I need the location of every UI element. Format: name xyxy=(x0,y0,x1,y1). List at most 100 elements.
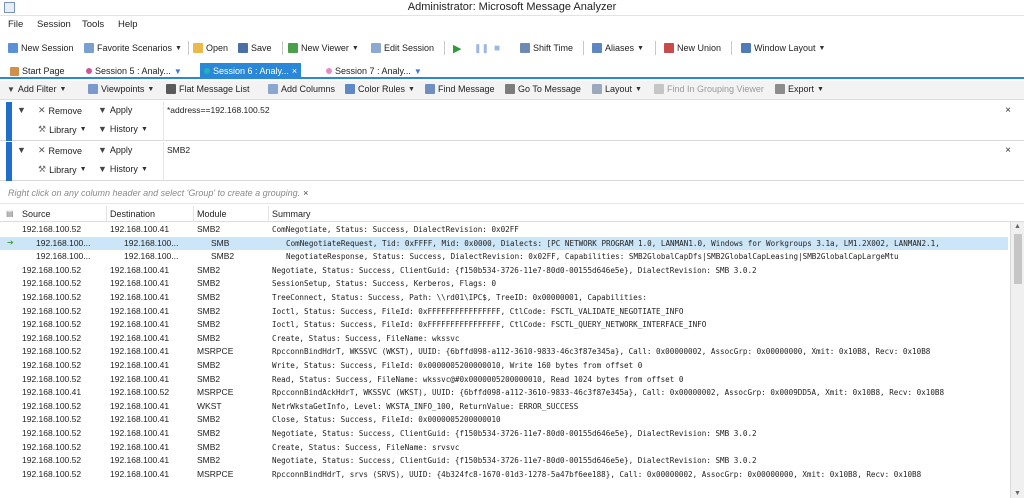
go-to-message-button[interactable]: Go To Message xyxy=(505,84,581,94)
flat-message-list-button[interactable]: Flat Message List xyxy=(166,84,250,94)
scrollbar-thumb[interactable] xyxy=(1014,234,1022,284)
menu-help[interactable]: Help xyxy=(118,19,138,30)
table-row[interactable]: 192.168.100.52 192.168.100.41 SMB2 Negotiat… xyxy=(0,454,1008,467)
table-row[interactable]: 192.168.100.52 192.168.100.41 SMB2 Create, … xyxy=(0,332,1008,345)
column-divider[interactable] xyxy=(268,206,269,222)
color-rules-icon xyxy=(345,84,355,94)
save-button[interactable]: Save xyxy=(238,41,272,55)
chevron-down-icon: ▼ xyxy=(818,44,826,52)
remove-filter-button[interactable]: ✕ Remove xyxy=(38,145,82,156)
cell-module: SMB2 xyxy=(211,251,235,262)
cell-summary: RpcconnBindAckHdrT, WKSSVC (WKST), UUID:… xyxy=(272,388,945,398)
table-row[interactable]: 192.168.100.52 192.168.100.41 SMB2 SessionS… xyxy=(0,277,1008,290)
new-viewer-button[interactable]: New Viewer ▼ xyxy=(288,41,359,55)
remove-filter-button[interactable]: ✕ Remove xyxy=(38,105,82,116)
table-row[interactable]: 192.168.100.52 192.168.100.41 SMB2 Read, St… xyxy=(0,373,1008,386)
table-row[interactable]: 192.168.100.52 192.168.100.41 MSRPCE Rpccon… xyxy=(0,345,1008,358)
tab-session-6[interactable]: Session 6 : Analy... × xyxy=(200,63,302,79)
pause-icon[interactable]: ❚❚ xyxy=(474,41,489,55)
filter-icon: ▼ xyxy=(173,66,182,76)
cell-summary: ComNegotiate, Status: Success, DialectRe… xyxy=(272,225,519,234)
open-button[interactable]: Open xyxy=(193,41,228,55)
cell-module: SMB xyxy=(211,237,230,248)
table-row[interactable]: 192.168.100.52 192.168.100.41 SMB2 Create, … xyxy=(0,441,1008,454)
grouping-hint: Right click on any column header and sel… xyxy=(0,184,1024,204)
new-session-icon xyxy=(8,43,18,53)
scroll-up-icon[interactable]: ▲ xyxy=(1014,223,1021,230)
filter-library-button[interactable]: ⚒ Library ▼ xyxy=(38,124,87,135)
aliases-button[interactable]: Aliases ▼ xyxy=(592,41,644,55)
column-header-source[interactable]: Source xyxy=(22,209,51,219)
cell-source: 192.168.100.52 xyxy=(22,414,82,425)
column-divider[interactable] xyxy=(193,206,194,222)
table-row[interactable]: ➔ 192.168.100... 192.168.100... SMB ComNegot… xyxy=(0,236,1008,250)
table-row[interactable]: 192.168.100.52 192.168.100.41 SMB2 Close, S… xyxy=(0,413,1008,426)
cell-module: SMB2 xyxy=(197,332,221,343)
viewpoints-button[interactable]: Viewpoints ▼ xyxy=(88,84,154,94)
add-columns-button[interactable]: Add Columns xyxy=(268,84,335,94)
favorite-scenarios-button[interactable]: Favorite Scenarios ▼ xyxy=(84,41,182,55)
table-row[interactable]: 192.168.100.52 192.168.100.41 SMB2 TreeConn… xyxy=(0,291,1008,304)
column-header-module[interactable]: Module xyxy=(197,209,227,219)
apply-filter-button[interactable]: ▼ Apply xyxy=(98,105,132,115)
table-row[interactable]: 192.168.100.52 192.168.100.41 WKST NetrWkst… xyxy=(0,400,1008,413)
find-message-button[interactable]: Find Message xyxy=(425,84,495,94)
table-row[interactable]: 192.168.100.52 192.168.100.41 SMB2 Negotiat… xyxy=(0,264,1008,277)
menu-file[interactable]: File xyxy=(8,19,23,30)
filter-library-button[interactable]: ⚒ Library ▼ xyxy=(38,164,87,175)
filter-history-button[interactable]: ▼ History ▼ xyxy=(98,164,148,174)
filter-expression-input[interactable]: SMB2 xyxy=(167,145,190,155)
chevron-down-icon: ▼ xyxy=(635,85,642,93)
table-row[interactable]: 192.168.100.52 192.168.100.41 SMB2 ComNegot… xyxy=(0,223,1008,236)
layout-button[interactable]: Layout ▼ xyxy=(592,84,642,94)
message-grid: ▤ Source Destination Module Summary 192.… xyxy=(0,206,1024,498)
edit-session-button[interactable]: Edit Session xyxy=(371,41,434,55)
cell-source: 192.168.100.52 xyxy=(22,346,82,357)
vertical-scrollbar[interactable]: ▲ ▼ xyxy=(1010,222,1024,498)
table-row[interactable]: 192.168.100.52 192.168.100.41 MSRPCE Rpccon… xyxy=(0,468,1008,481)
table-row[interactable]: 192.168.100... 192.168.100... SMB2 Negotiat… xyxy=(0,250,1008,263)
find-in-grouping-button[interactable]: Find In Grouping Viewer xyxy=(654,84,764,94)
new-session-button[interactable]: New Session xyxy=(8,41,74,55)
column-header-summary[interactable]: Summary xyxy=(272,209,311,219)
table-row[interactable]: 192.168.100.52 192.168.100.41 SMB2 Write, S… xyxy=(0,359,1008,372)
cell-summary: Ioctl, Status: Success, FileId: 0xFFFFFF… xyxy=(272,306,684,316)
tab-session-5[interactable]: Session 5 : Analy... ▼ xyxy=(82,63,186,79)
shift-time-button[interactable]: Shift Time xyxy=(520,41,573,55)
filter-history-button[interactable]: ▼ History ▼ xyxy=(98,124,148,134)
close-icon[interactable]: × xyxy=(1005,105,1011,116)
scroll-down-icon[interactable]: ▼ xyxy=(1014,490,1021,497)
table-row[interactable]: 192.168.100.52 192.168.100.41 SMB2 Negotiat… xyxy=(0,427,1008,440)
cell-destination: 192.168.100.41 xyxy=(110,332,170,343)
chevron-down-icon: ▼ xyxy=(79,166,87,173)
remove-icon: ✕ xyxy=(38,145,46,155)
close-icon[interactable]: × xyxy=(292,66,297,76)
play-icon[interactable]: ▶ xyxy=(453,41,461,55)
tab-session-7[interactable]: Session 7 : Analy... ▼ xyxy=(322,63,426,79)
menu-tools[interactable]: Tools xyxy=(82,19,104,30)
window-layout-button[interactable]: Window Layout ▼ xyxy=(741,41,825,55)
table-row[interactable]: 192.168.100.41 192.168.100.52 MSRPCE Rpccon… xyxy=(0,386,1008,399)
cell-summary: NegotiateResponse, Status: Success, Dial… xyxy=(286,252,899,262)
close-icon[interactable]: × xyxy=(1005,145,1011,156)
filter-icon: ▼ xyxy=(98,105,107,115)
color-rules-button[interactable]: Color Rules ▼ xyxy=(345,84,415,94)
tab-start-page[interactable]: Start Page xyxy=(6,63,69,79)
column-header-destination[interactable]: Destination xyxy=(110,209,155,219)
export-button[interactable]: Export ▼ xyxy=(775,84,824,94)
cell-summary: Negotiate, Status: Success, ClientGuid: … xyxy=(272,456,757,466)
cell-destination: 192.168.100... xyxy=(124,237,179,248)
sort-icon[interactable]: ▤ xyxy=(6,209,14,218)
menu-session[interactable]: Session xyxy=(37,19,71,30)
stop-icon[interactable]: ■ xyxy=(494,41,500,55)
filter-expression-input[interactable]: *address==192.168.100.52 xyxy=(167,105,270,115)
table-row[interactable]: 192.168.100.52 192.168.100.41 SMB2 Ioctl, S… xyxy=(0,318,1008,331)
cell-destination: 192.168.100.41 xyxy=(110,414,170,425)
cell-destination: 192.168.100.41 xyxy=(110,278,170,289)
table-row[interactable]: 192.168.100.52 192.168.100.41 SMB2 Ioctl, S… xyxy=(0,305,1008,318)
add-filter-button[interactable]: ▼ Add Filter ▼ xyxy=(7,84,66,94)
column-divider[interactable] xyxy=(106,206,107,222)
new-union-button[interactable]: New Union xyxy=(664,41,721,55)
close-icon[interactable]: × xyxy=(303,188,308,198)
apply-filter-button[interactable]: ▼ Apply xyxy=(98,145,132,155)
